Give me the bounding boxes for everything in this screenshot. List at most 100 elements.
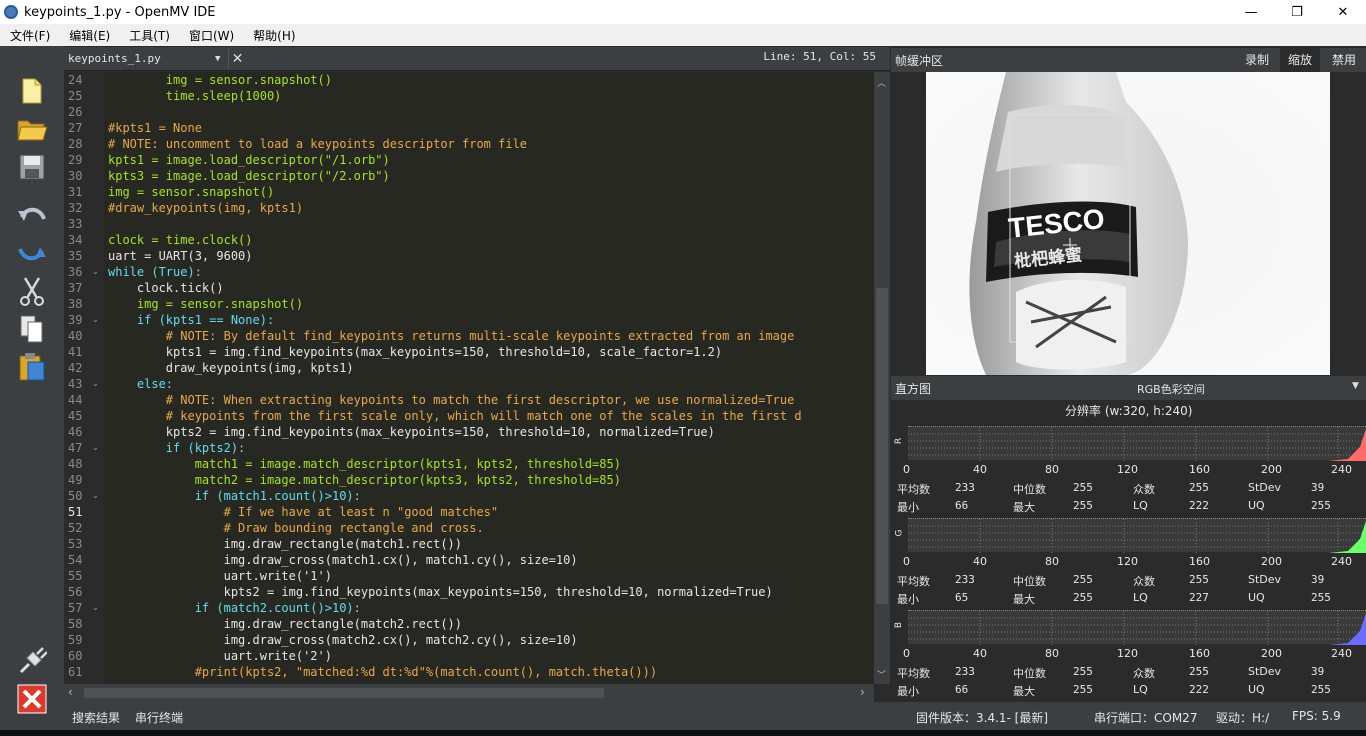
close-window-button[interactable]: ✕: [1320, 0, 1366, 24]
code-line[interactable]: img = sensor.snapshot(): [108, 72, 332, 88]
stat-label-min: 最小: [897, 685, 919, 698]
redo-icon[interactable]: [14, 236, 50, 270]
line-number: 55: [68, 569, 83, 583]
code-line[interactable]: # keypoints from the first scale only, w…: [108, 408, 802, 424]
code-line[interactable]: kpts1 = image.load_descriptor("/1.orb"): [108, 152, 390, 168]
stat-value-mean: 233: [955, 573, 975, 586]
zoom-button[interactable]: 缩放: [1280, 48, 1320, 72]
chevron-down-icon[interactable]: ▼: [1352, 381, 1359, 391]
horizontal-scroll-thumb[interactable]: [84, 688, 604, 698]
menu-tools[interactable]: 工具(T): [119, 27, 179, 44]
code-line[interactable]: #print(kpts2, "matched:%d dt:%d"%(match.…: [108, 664, 657, 680]
histogram-label: 直方图: [895, 382, 932, 396]
fold-toggle-icon[interactable]: ⌄: [92, 312, 102, 328]
serial-port[interactable]: 串行端口：COM27: [1094, 709, 1197, 726]
file-tab[interactable]: keypoints_1.py ▼: [68, 49, 226, 69]
new-file-icon[interactable]: [14, 74, 50, 108]
code-line[interactable]: #draw_keypoints(img, kpts1): [108, 200, 303, 216]
menu-edit[interactable]: 编辑(E): [59, 27, 119, 44]
code-line[interactable]: uart = UART(3, 9600): [108, 248, 253, 264]
fold-toggle-icon[interactable]: ⌄: [92, 488, 102, 504]
code-line[interactable]: img = sensor.snapshot(): [108, 296, 303, 312]
code-editor[interactable]: 24 25 26 27 28 29 30 31 32 33 34 35 36 ⌄ 37 38 39 ⌄ 40 41 42…: [64, 72, 874, 684]
menu-help[interactable]: 帮助(H): [243, 27, 304, 44]
line-number: 61: [68, 665, 83, 679]
stat-label-max: 最大: [1013, 501, 1035, 514]
drive-path[interactable]: 驱动：H:/: [1216, 709, 1269, 726]
stat-label-lq: LQ: [1133, 499, 1148, 512]
firmware-version[interactable]: 固件版本：3.4.1- [最新]: [916, 709, 1048, 726]
code-line[interactable]: uart.write('2'): [108, 648, 332, 664]
paste-icon[interactable]: [14, 350, 50, 384]
code-line[interactable]: if (kpts1 == None):: [108, 312, 274, 328]
stat-label-max: 最大: [1013, 685, 1035, 698]
stat-label-uq: UQ: [1248, 591, 1265, 604]
code-line[interactable]: if (match1.count()>10):: [108, 488, 361, 504]
code-line[interactable]: match1 = image.match_descriptor(kpts1, k…: [108, 456, 621, 472]
vertical-scroll-thumb[interactable]: [876, 288, 888, 604]
code-line[interactable]: while (True):: [108, 264, 202, 280]
code-line[interactable]: img.draw_cross(match1.cx(), match1.cy(),…: [108, 552, 578, 568]
restore-button[interactable]: ❐: [1274, 0, 1320, 24]
open-folder-icon[interactable]: [14, 112, 50, 146]
disable-button[interactable]: 禁用: [1324, 48, 1364, 72]
code-line[interactable]: # If we have at least n "good matches": [108, 504, 499, 520]
channel-label: G: [894, 529, 905, 537]
code-line[interactable]: uart.write('1'): [108, 568, 332, 584]
colorspace-select[interactable]: RGB色彩空间: [1137, 381, 1205, 397]
connect-icon[interactable]: [14, 644, 50, 678]
code-line[interactable]: else:: [108, 376, 173, 392]
minimize-button[interactable]: —: [1228, 0, 1274, 24]
code-line[interactable]: # NOTE: uncomment to load a keypoints de…: [108, 136, 527, 152]
code-line[interactable]: clock = time.clock(): [108, 232, 253, 248]
menu-file[interactable]: 文件(F): [0, 27, 59, 44]
code-line[interactable]: kpts1 = img.find_keypoints(max_keypoints…: [108, 344, 722, 360]
code-line[interactable]: kpts3 = image.load_descriptor("/2.orb"): [108, 168, 390, 184]
fold-toggle-icon[interactable]: ⌄: [92, 264, 102, 280]
save-icon[interactable]: [14, 150, 50, 184]
stat-value-max: 255: [1073, 683, 1093, 696]
code-line[interactable]: #kpts1 = None: [108, 120, 202, 136]
search-results-tab[interactable]: 搜索结果: [72, 709, 120, 726]
chevron-down-icon[interactable]: ▼: [215, 49, 220, 69]
code-line[interactable]: if (kpts2):: [108, 440, 245, 456]
code-line[interactable]: kpts2 = img.find_keypoints(max_keypoints…: [108, 584, 773, 600]
line-number: 52: [68, 521, 83, 535]
line-number: 46: [68, 425, 83, 439]
serial-terminal-tab[interactable]: 串行终端: [135, 709, 183, 726]
axis-tick-label: 200: [1261, 647, 1282, 660]
code-line[interactable]: clock.tick(): [108, 280, 224, 296]
line-number: 33: [68, 217, 83, 231]
fold-toggle-icon[interactable]: ⌄: [92, 440, 102, 456]
stat-value-mean: 233: [955, 665, 975, 678]
code-line[interactable]: img.draw_rectangle(match2.rect()): [108, 616, 462, 632]
openmv-logo-icon: [4, 5, 18, 19]
axis-tick-label: 40: [973, 555, 987, 568]
disconnect-icon[interactable]: [14, 682, 50, 716]
axis-tick-label: 120: [1117, 647, 1138, 660]
cut-icon[interactable]: [14, 274, 50, 308]
code-line[interactable]: img = sensor.snapshot(): [108, 184, 274, 200]
undo-icon[interactable]: [14, 198, 50, 232]
copy-icon[interactable]: [14, 312, 50, 346]
code-line[interactable]: draw_keypoints(img, kpts1): [108, 360, 354, 376]
histogram-plot-r: [908, 426, 1366, 461]
code-line[interactable]: kpts2 = img.find_keypoints(max_keypoints…: [108, 424, 715, 440]
code-line[interactable]: # Draw bounding rectangle and cross.: [108, 520, 484, 536]
stat-label-stdev: StDev: [1248, 481, 1282, 494]
code-line[interactable]: time.sleep(1000): [108, 88, 282, 104]
close-file-button[interactable]: ✕: [228, 49, 246, 69]
stat-value-mode: 255: [1189, 665, 1209, 678]
code-line[interactable]: # NOTE: By default find_keypoints return…: [108, 328, 795, 344]
line-number: 42: [68, 361, 83, 375]
stat-value-mode: 255: [1189, 573, 1209, 586]
fold-toggle-icon[interactable]: ⌄: [92, 600, 102, 616]
code-line[interactable]: if (match2.count()>10):: [108, 600, 361, 616]
record-button[interactable]: 录制: [1239, 48, 1275, 72]
code-line[interactable]: img.draw_rectangle(match1.rect()): [108, 536, 462, 552]
code-line[interactable]: # NOTE: When extracting keypoints to mat…: [108, 392, 795, 408]
code-line[interactable]: img.draw_cross(match2.cx(), match2.cy(),…: [108, 632, 578, 648]
fold-toggle-icon[interactable]: ⌄: [92, 376, 102, 392]
menu-window[interactable]: 窗口(W): [179, 27, 243, 44]
code-line[interactable]: match2 = image.match_descriptor(kpts3, k…: [108, 472, 621, 488]
